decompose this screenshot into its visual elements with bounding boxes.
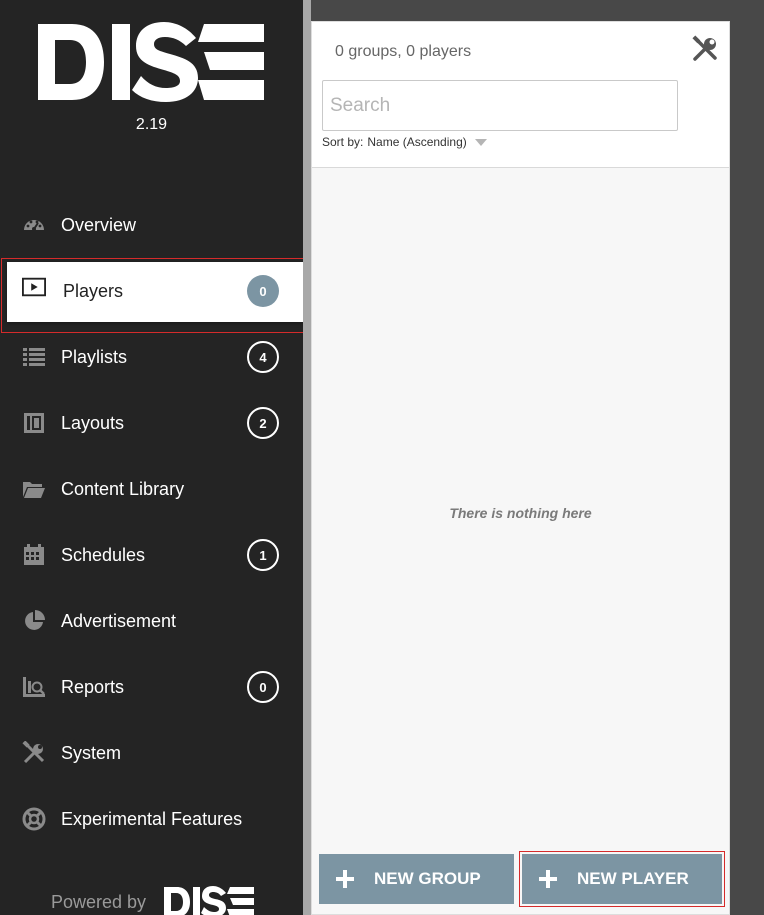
sidebar-item-label: Layouts xyxy=(61,413,125,433)
sidebar-item-label: Content Library xyxy=(61,479,185,499)
tools-icon xyxy=(692,35,717,61)
sidebar-item-playlists[interactable]: Playlists 4 xyxy=(0,324,303,390)
sort-value: Name (Ascending) xyxy=(367,135,467,149)
sidebar-item-players[interactable]: Players 0 xyxy=(0,258,309,333)
lifebuoy-icon xyxy=(22,807,46,831)
reports-count-badge: 0 xyxy=(247,671,279,703)
players-panel: 0 groups, 0 players Sort by: Name (Ascen… xyxy=(311,21,730,915)
sidebar-item-schedules[interactable]: Schedules 1 xyxy=(0,522,303,588)
new-player-label: NEW PLAYER xyxy=(577,869,689,888)
player-screen-icon xyxy=(22,275,46,299)
sidebar-scrollbar[interactable] xyxy=(303,0,311,915)
sidebar-item-label: Players xyxy=(63,281,124,301)
schedules-count-badge: 1 xyxy=(247,539,279,571)
folder-icon xyxy=(22,477,46,501)
sidebar-item-label: Reports xyxy=(61,677,125,697)
playlists-count-badge: 4 xyxy=(247,341,279,373)
chevron-down-icon xyxy=(474,139,487,146)
pie-chart-icon xyxy=(22,609,46,633)
sidebar-item-label: Playlists xyxy=(61,347,128,367)
powered-by-text: Powered by xyxy=(51,892,147,912)
sort-dropdown[interactable]: Sort by: Name (Ascending) xyxy=(322,135,487,149)
dashboard-icon xyxy=(22,213,46,237)
plus-icon xyxy=(336,870,354,888)
sidebar-item-content-library[interactable]: Content Library xyxy=(0,456,303,522)
panel-tools-button[interactable] xyxy=(691,35,719,63)
new-group-label: NEW GROUP xyxy=(374,869,481,888)
sidebar-item-label: Advertisement xyxy=(61,611,177,631)
dise-logo xyxy=(38,22,264,102)
sidebar-item-label: Overview xyxy=(61,215,137,235)
report-search-icon xyxy=(22,675,46,699)
sidebar-item-label: Experimental Features xyxy=(61,809,243,829)
groups-players-summary: 0 groups, 0 players xyxy=(335,43,472,60)
sidebar: 2.19 Overview Players 0 Playlists 4 Layo… xyxy=(0,0,309,915)
new-group-button[interactable]: NEW GROUP xyxy=(319,854,514,904)
plus-icon xyxy=(539,870,557,888)
playlist-icon xyxy=(22,345,46,369)
sidebar-nav: Overview Players 0 Playlists 4 Layouts 2… xyxy=(0,192,309,852)
sidebar-item-label: Schedules xyxy=(61,545,146,565)
sidebar-item-label: System xyxy=(61,743,122,763)
new-player-button[interactable]: NEW PLAYER xyxy=(522,854,722,904)
sidebar-item-layouts[interactable]: Layouts 2 xyxy=(0,390,303,456)
sort-label: Sort by: xyxy=(322,135,364,149)
sidebar-item-reports[interactable]: Reports 0 xyxy=(0,654,303,720)
panel-header: 0 groups, 0 players Sort by: Name (Ascen… xyxy=(312,22,729,168)
app-version: 2.19 xyxy=(135,116,168,133)
tools-icon xyxy=(22,741,46,765)
sidebar-item-experimental-features[interactable]: Experimental Features xyxy=(0,786,303,852)
calendar-icon xyxy=(22,543,46,567)
search-input[interactable] xyxy=(322,80,678,131)
players-count-badge: 0 xyxy=(247,275,279,307)
layouts-count-badge: 2 xyxy=(247,407,279,439)
sidebar-item-overview[interactable]: Overview xyxy=(0,192,303,258)
layout-icon xyxy=(22,411,46,435)
sidebar-item-system[interactable]: System xyxy=(0,720,303,786)
empty-state-message: There is nothing here xyxy=(449,505,592,521)
sidebar-item-advertisement[interactable]: Advertisement xyxy=(0,588,303,654)
dise-small-logo xyxy=(164,886,254,915)
